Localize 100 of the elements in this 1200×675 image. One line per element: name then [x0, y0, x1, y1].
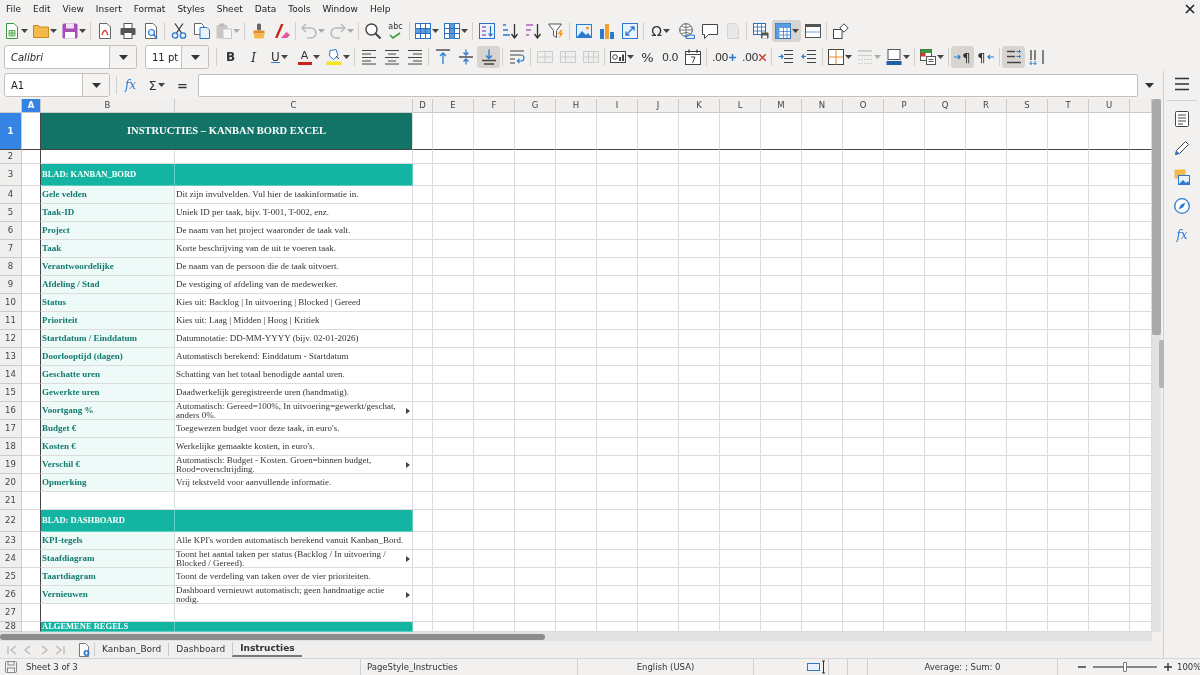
column-header[interactable]: U: [1089, 99, 1130, 113]
font-color-button[interactable]: A: [294, 46, 323, 68]
close-button[interactable]: [1185, 4, 1195, 14]
row-header[interactable]: 22: [0, 510, 22, 532]
special-character-button[interactable]: Ω: [646, 19, 675, 42]
column-header[interactable]: M: [761, 99, 802, 113]
row-header[interactable]: 12: [0, 330, 22, 348]
font-size-box[interactable]: 11 pt: [145, 45, 209, 69]
delete-decimal-button[interactable]: .00: [739, 46, 769, 68]
menu-item[interactable]: File: [0, 0, 28, 18]
functions-button[interactable]: fx: [1170, 224, 1194, 246]
column-header[interactable]: O: [843, 99, 884, 113]
row-header[interactable]: 3: [0, 164, 22, 186]
sidebar-grip[interactable]: [1159, 340, 1164, 388]
sheet-tab[interactable]: Kanban_Bord: [94, 643, 169, 656]
row-header[interactable]: 9: [0, 276, 22, 294]
text-left-to-right-button[interactable]: [1002, 46, 1025, 68]
function-wizard-button[interactable]: fx: [119, 74, 142, 96]
row-header[interactable]: 7: [0, 240, 22, 258]
menu-item[interactable]: Sheet: [210, 0, 249, 18]
column-header[interactable]: J: [638, 99, 679, 113]
row-header[interactable]: 16: [0, 402, 22, 420]
row-header[interactable]: 2: [0, 150, 22, 164]
conditional-format-button[interactable]: [917, 46, 946, 68]
menu-item[interactable]: Data: [248, 0, 283, 18]
bold-button[interactable]: B: [219, 46, 242, 68]
font-name-box[interactable]: Calibri: [4, 45, 137, 69]
borders-button[interactable]: [825, 46, 854, 68]
column-header[interactable]: S: [1007, 99, 1048, 113]
column-header[interactable]: C: [175, 99, 413, 113]
slider-thumb[interactable]: [1123, 662, 1127, 672]
menu-item[interactable]: Help: [363, 0, 397, 18]
row-header[interactable]: 4: [0, 186, 22, 204]
formula-button[interactable]: =: [171, 74, 194, 96]
row-header[interactable]: 21: [0, 492, 22, 510]
column-header[interactable]: G: [515, 99, 556, 113]
row-header[interactable]: 17: [0, 420, 22, 438]
row-header[interactable]: 20: [0, 474, 22, 492]
spelling-button[interactable]: abc: [384, 19, 407, 42]
add-decimal-button[interactable]: .00: [709, 46, 739, 68]
menu-item[interactable]: View: [56, 0, 90, 18]
column-header[interactable]: D: [413, 99, 433, 113]
name-box[interactable]: A1: [4, 73, 110, 97]
sheet-tab[interactable]: Dashboard: [168, 643, 233, 656]
right-to-left-button[interactable]: ¶: [974, 46, 997, 68]
menu-item[interactable]: Edit: [27, 0, 57, 18]
column-header[interactable]: R: [966, 99, 1007, 113]
row-header[interactable]: 14: [0, 366, 22, 384]
column-header[interactable]: H: [556, 99, 597, 113]
dropdown-button[interactable]: [109, 46, 136, 68]
sum-button[interactable]: Σ: [142, 74, 171, 96]
column-header[interactable]: A: [22, 99, 41, 113]
column-header[interactable]: Q: [925, 99, 966, 113]
zoom-level[interactable]: 100%: [1177, 660, 1200, 674]
row-header[interactable]: 13: [0, 348, 22, 366]
row-header[interactable]: 1: [0, 113, 22, 150]
freeze-button[interactable]: [772, 19, 801, 42]
column-header[interactable]: B: [41, 99, 175, 113]
column-header[interactable]: N: [802, 99, 843, 113]
row-header[interactable]: 10: [0, 294, 22, 312]
column-header[interactable]: K: [679, 99, 720, 113]
row-header[interactable]: 8: [0, 258, 22, 276]
menu-item[interactable]: Window: [316, 0, 364, 18]
menu-item[interactable]: Styles: [171, 0, 211, 18]
zoom-in-button[interactable]: [1162, 663, 1174, 671]
dropdown-button[interactable]: [82, 74, 109, 96]
scrollbar-thumb[interactable]: [1152, 99, 1161, 335]
vertical-scrollbar[interactable]: [1152, 99, 1161, 632]
menu-item[interactable]: Insert: [89, 0, 128, 18]
number-format-button[interactable]: 0.0: [659, 46, 681, 68]
row-header[interactable]: 18: [0, 438, 22, 456]
column-header[interactable]: F: [474, 99, 515, 113]
percent-button[interactable]: %: [636, 46, 659, 68]
row-header[interactable]: 11: [0, 312, 22, 330]
row-header[interactable]: 27: [0, 604, 22, 622]
add-sheet-button[interactable]: [78, 642, 90, 657]
left-to-right-button[interactable]: ¶: [951, 46, 974, 68]
row-header[interactable]: 26: [0, 586, 22, 604]
formula-input[interactable]: [198, 73, 1138, 97]
column-header[interactable]: E: [433, 99, 474, 113]
column-header[interactable]: T: [1048, 99, 1089, 113]
row-header[interactable]: 5: [0, 204, 22, 222]
column-header[interactable]: L: [720, 99, 761, 113]
row-header[interactable]: 23: [0, 532, 22, 550]
row-header[interactable]: 15: [0, 384, 22, 402]
italic-button[interactable]: I: [242, 46, 265, 68]
column-header[interactable]: P: [884, 99, 925, 113]
row-header[interactable]: 19: [0, 456, 22, 474]
row-header[interactable]: 6: [0, 222, 22, 240]
align-bottom-button[interactable]: [477, 46, 500, 68]
horizontal-scrollbar[interactable]: [0, 632, 1152, 641]
row-header[interactable]: 24: [0, 550, 22, 568]
language-indicator[interactable]: English (USA): [636, 660, 695, 674]
menu-item[interactable]: Format: [127, 0, 172, 18]
row-header[interactable]: 25: [0, 568, 22, 586]
underline-button[interactable]: U: [265, 46, 294, 68]
dropdown-button[interactable]: [181, 46, 208, 68]
column-header[interactable]: I: [597, 99, 638, 113]
sheet-tab[interactable]: Instructies: [232, 642, 302, 657]
menu-item[interactable]: Tools: [282, 0, 317, 18]
